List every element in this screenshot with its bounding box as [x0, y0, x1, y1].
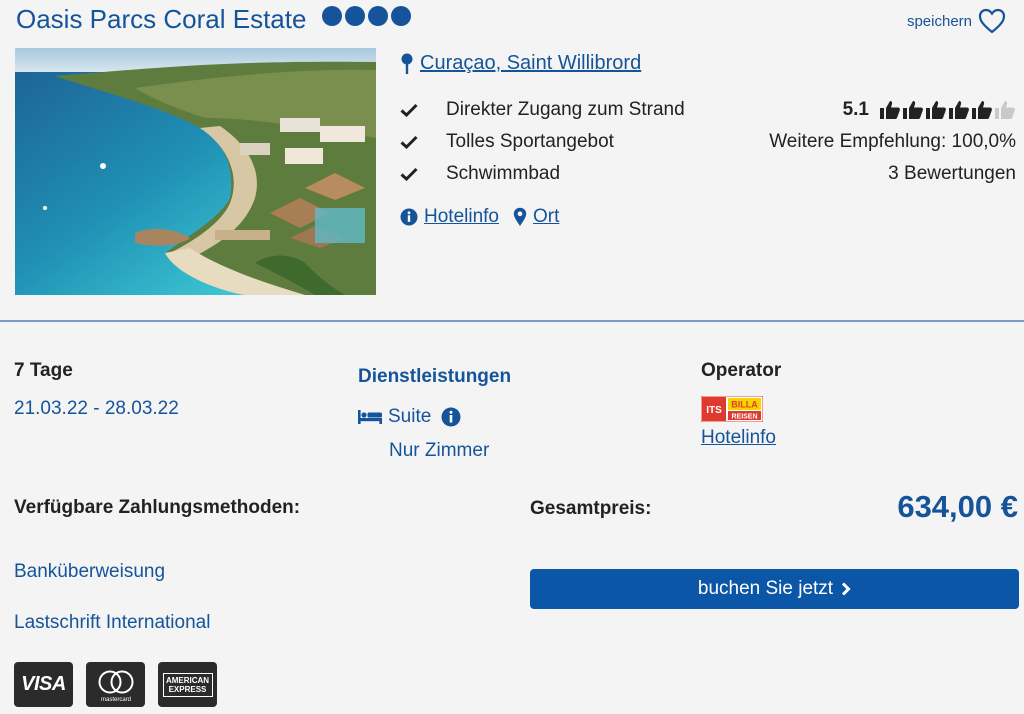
hotelinfo-link[interactable]: Hotelinfo — [424, 206, 499, 228]
operator-title: Operator — [701, 360, 782, 381]
thumbs-up-icon — [903, 101, 923, 119]
map-marker-icon — [513, 207, 527, 226]
trip-dates: 21.03.22 - 28.03.22 — [14, 398, 179, 419]
feature-label: Tolles Sportangebot — [446, 131, 614, 152]
total-price-label: Gesamtpreis: — [530, 498, 652, 519]
check-icon — [400, 103, 446, 117]
thumbs-up-icon — [995, 101, 1015, 119]
bed-icon — [358, 410, 382, 424]
chevron-right-icon — [842, 582, 851, 596]
thumbs-up-icon — [926, 101, 946, 119]
location-pin-icon — [401, 53, 413, 74]
feature-label: Direkter Zugang zum Strand — [446, 99, 685, 120]
thumbs-up-icon — [972, 101, 992, 119]
recommendation-rate: Weitere Empfehlung: 100,0% — [769, 131, 1016, 152]
star-icon — [367, 6, 388, 26]
save-label[interactable]: speichern — [907, 13, 972, 30]
mastercard-icon: mastercard — [86, 662, 145, 707]
heart-icon[interactable] — [978, 8, 1006, 34]
info-icon — [400, 208, 418, 226]
logo-billa: BILLA — [731, 400, 758, 410]
mastercard-label: mastercard — [100, 697, 130, 703]
amex-card-icon: AMERICAN EXPRESS — [158, 662, 217, 707]
hotelinfo-item[interactable]: Hotelinfo — [400, 206, 499, 228]
feature-list: Direkter Zugang zum Strand Tolles Sporta… — [400, 94, 685, 190]
feature-item: Direkter Zugang zum Strand — [400, 94, 685, 126]
location-link[interactable]: Curaçao, Saint Willibrord — [420, 52, 641, 75]
hotel-photo[interactable] — [15, 48, 376, 295]
services-title: Dienstleistungen — [358, 366, 512, 387]
logo-its: ITS — [706, 405, 722, 416]
thumbs-up-icon — [880, 101, 900, 119]
room-type: Suite — [358, 406, 461, 428]
amex-label-bottom: EXPRESS — [168, 684, 207, 694]
logo-reisen: REISEN — [731, 414, 757, 421]
amex-label-top: AMERICAN — [165, 675, 210, 685]
payment-title: Verfügbare Zahlungsmethoden: — [14, 497, 301, 518]
feature-item: Schwimmbad — [400, 158, 685, 190]
book-now-label[interactable]: buchen Sie jetzt — [698, 578, 833, 600]
payment-method: Banküberweisung — [14, 561, 166, 582]
thumbs-up-icon — [949, 101, 969, 119]
hotel-name[interactable]: Oasis Parcs Coral Estate — [16, 4, 306, 34]
rating-score: 5.1 — [842, 99, 869, 120]
star-icon — [390, 6, 411, 26]
visa-card-icon: VISA — [14, 662, 73, 707]
total-price: 634,00 € — [897, 489, 1018, 524]
trip-duration: 7 Tage — [14, 360, 73, 381]
room-label: Suite — [388, 406, 432, 427]
book-now-button[interactable]: buchen Sie jetzt — [530, 569, 1019, 609]
operator-logo: ITS BILLA REISEN — [700, 395, 764, 423]
location[interactable]: Curaçao, Saint Willibrord — [400, 52, 641, 75]
rating-thumbs[interactable] — [879, 99, 1016, 121]
visa-label: VISA — [21, 673, 66, 695]
board-type: Nur Zimmer — [389, 440, 490, 461]
review-count[interactable]: 3 Bewertungen — [888, 163, 1016, 185]
save-button[interactable]: speichern — [907, 8, 1006, 34]
hotel-title[interactable]: Oasis Parcs Coral Estate — [16, 4, 411, 35]
operator-hotelinfo-link[interactable]: Hotelinfo — [701, 427, 776, 449]
section-divider — [0, 320, 1024, 322]
rating-block: 5.1 Weitere Empfehlung: 100,0% 3 Bewertu… — [769, 94, 1016, 190]
hotel-stars — [321, 6, 411, 26]
map-item[interactable]: Ort — [513, 206, 559, 228]
payment-method: Lastschrift International — [14, 612, 211, 633]
feature-item: Tolles Sportangebot — [400, 126, 685, 158]
room-info-icon[interactable] — [441, 407, 461, 427]
feature-label: Schwimmbad — [446, 163, 561, 184]
check-icon — [400, 167, 446, 181]
hotel-links: Hotelinfo Ort — [400, 206, 559, 228]
star-icon — [344, 6, 365, 26]
star-icon — [321, 6, 342, 26]
map-link[interactable]: Ort — [533, 206, 559, 228]
check-icon — [400, 135, 446, 149]
